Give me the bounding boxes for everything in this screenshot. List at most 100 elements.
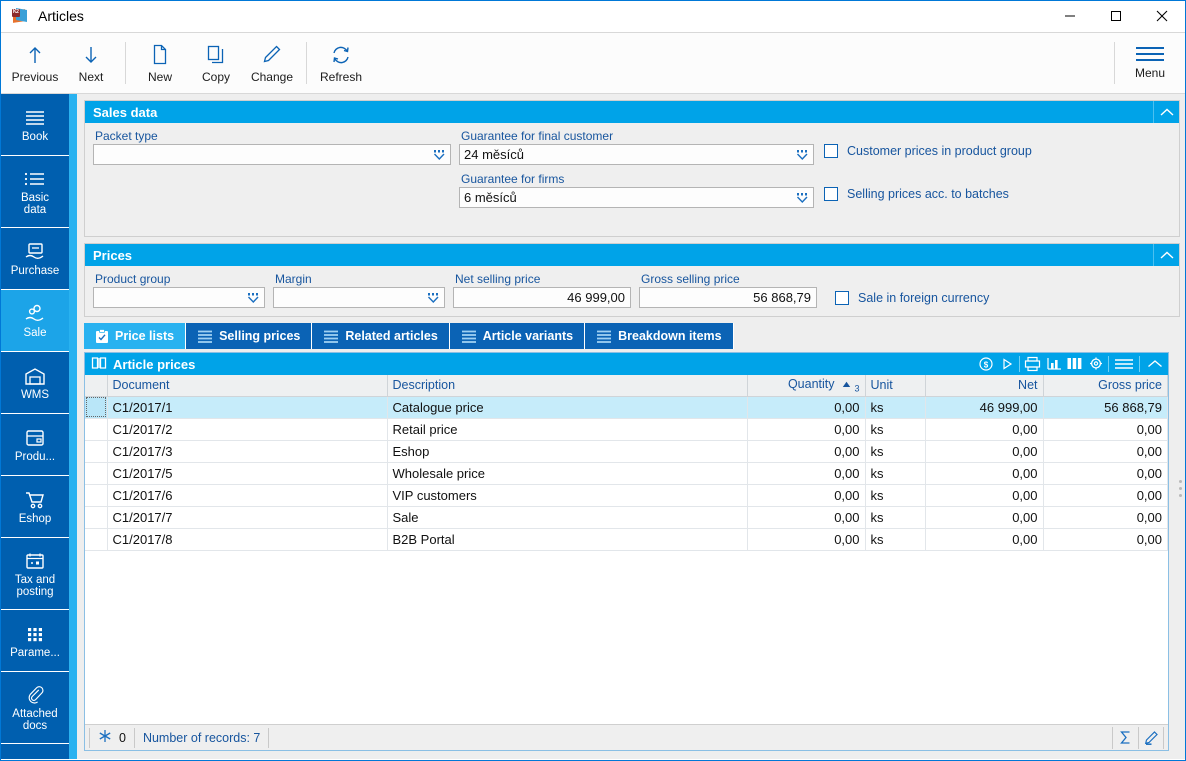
sidebar-item-book[interactable]: Book [1, 94, 69, 156]
tab-article-variants[interactable]: Article variants [450, 323, 585, 349]
row-marker [85, 462, 107, 484]
column-header-gross-price[interactable]: Gross price [1043, 375, 1168, 396]
grid-status-bar: 0 Number of records: 7 [85, 724, 1168, 750]
cell-document: C1/2017/8 [107, 528, 387, 550]
foreign-currency-checkbox-row[interactable]: Sale in foreign currency [835, 291, 989, 308]
previous-button[interactable]: Previous [7, 33, 63, 93]
sidebar-item-parameters[interactable]: Parame... [1, 610, 69, 672]
table-row[interactable]: C1/2017/1 Catalogue price 0,00 ks 46 999… [85, 396, 1168, 418]
customer-prices-checkbox[interactable] [824, 144, 838, 158]
sidebar-item-purchase[interactable]: Purchase [1, 228, 69, 290]
sort-ascending-icon [842, 377, 854, 391]
row-marker [85, 440, 107, 462]
sidebar-item-basic-data[interactable]: Basic data [1, 156, 69, 228]
net-selling-price-field: Net selling price 46 999,00 [453, 272, 631, 308]
product-group-input[interactable] [93, 287, 265, 308]
tab-price-lists[interactable]: Price lists [84, 323, 186, 349]
dropdown-icon[interactable] [426, 291, 440, 305]
table-row[interactable]: C1/2017/6 VIP customers 0,00 ks 0,00 0,0… [85, 484, 1168, 506]
grid-toolbar-separator-3 [1139, 356, 1140, 372]
new-button[interactable]: New [132, 33, 188, 93]
cell-net: 0,00 [925, 440, 1043, 462]
arrow-down-icon [82, 43, 100, 67]
column-header-quantity[interactable]: Quantity 3 [747, 375, 865, 396]
cell-unit: ks [865, 418, 925, 440]
minimize-button[interactable] [1047, 1, 1093, 32]
next-button[interactable]: Next [63, 33, 119, 93]
edit-button[interactable] [1138, 727, 1164, 749]
close-button[interactable] [1139, 1, 1185, 32]
tab-breakdown-items[interactable]: Breakdown items [585, 323, 734, 349]
tab-selling-prices[interactable]: Selling prices [186, 323, 312, 349]
net-selling-price-input[interactable]: 46 999,00 [453, 287, 631, 308]
app-logo-icon: K2 [11, 7, 29, 25]
tab-related-articles[interactable]: Related articles [312, 323, 449, 349]
refresh-button[interactable]: Refresh [313, 33, 369, 93]
sidebar-item-attached-docs[interactable]: Attached docs [1, 672, 69, 744]
dropdown-icon[interactable] [795, 148, 809, 162]
menu-button[interactable]: Menu [1121, 33, 1179, 93]
margin-input[interactable] [273, 287, 445, 308]
column-header-document[interactable]: Document [107, 375, 387, 396]
table-row[interactable]: C1/2017/3 Eshop 0,00 ks 0,00 0,00 [85, 440, 1168, 462]
packet-type-label: Packet type [93, 129, 451, 143]
sales-data-body: Packet type Guar [85, 123, 1179, 236]
copy-button[interactable]: Copy [188, 33, 244, 93]
columns-icon[interactable] [1064, 353, 1085, 375]
table-row[interactable]: C1/2017/8 B2B Portal 0,00 ks 0,00 0,00 [85, 528, 1168, 550]
sum-button[interactable] [1112, 727, 1138, 749]
currency-refresh-icon[interactable]: $ [975, 353, 996, 375]
dropdown-icon[interactable] [795, 191, 809, 205]
customer-prices-checkbox-row[interactable]: Customer prices in product group [824, 144, 1032, 158]
chart-icon[interactable] [1043, 353, 1064, 375]
margin-label: Margin [273, 272, 445, 286]
snowflake-filter-cell[interactable]: 0 [89, 728, 135, 748]
table-row[interactable]: C1/2017/2 Retail price 0,00 ks 0,00 0,00 [85, 418, 1168, 440]
column-header-net[interactable]: Net [925, 375, 1043, 396]
change-label: Change [251, 70, 293, 84]
gross-selling-price-value: 56 868,79 [753, 290, 811, 305]
sidebar-item-production[interactable]: Produ... [1, 414, 69, 476]
sidebar-item-tax-and-posting[interactable]: Tax and posting [1, 538, 69, 610]
content-scrollbar[interactable] [1176, 372, 1185, 751]
table-row[interactable]: C1/2017/5 Wholesale price 0,00 ks 0,00 0… [85, 462, 1168, 484]
snowflake-count: 0 [119, 731, 126, 745]
hamburger-icon[interactable] [1111, 353, 1137, 375]
cell-document: C1/2017/7 [107, 506, 387, 528]
change-button[interactable]: Change [244, 33, 300, 93]
row-marker [85, 484, 107, 506]
column-header-unit[interactable]: Unit [865, 375, 925, 396]
table-row[interactable]: C1/2017/7 Sale 0,00 ks 0,00 0,00 [85, 506, 1168, 528]
guarantee-firms-label: Guarantee for firms [459, 172, 814, 186]
cell-quantity: 0,00 [747, 418, 865, 440]
gear-icon[interactable] [1085, 353, 1106, 375]
selling-prices-batches-checkbox[interactable] [824, 187, 838, 201]
dropdown-icon[interactable] [246, 291, 260, 305]
cell-document: C1/2017/6 [107, 484, 387, 506]
article-prices-grid[interactable]: Document Description Quantity 3 Unit [85, 375, 1168, 724]
column-header-description[interactable]: Description [387, 375, 747, 396]
maximize-button[interactable] [1093, 1, 1139, 32]
sales-data-collapse-button[interactable] [1153, 101, 1179, 123]
guarantee-final-customer-input[interactable]: 24 měsíců [459, 144, 814, 165]
guarantee-firms-input[interactable]: 6 měsíců [459, 187, 814, 208]
sidebar-item-label: Parame... [10, 647, 60, 659]
record-count-label: Number of records: 7 [143, 731, 260, 745]
print-icon[interactable] [1022, 353, 1043, 375]
selling-prices-batches-checkbox-row[interactable]: Selling prices acc. to batches [824, 187, 1032, 201]
packet-type-input[interactable] [93, 144, 451, 165]
foreign-currency-checkbox[interactable] [835, 291, 849, 305]
dropdown-icon[interactable] [432, 148, 446, 162]
sidebar-item-eshop[interactable]: Eshop [1, 476, 69, 538]
gross-selling-price-input[interactable]: 56 868,79 [639, 287, 817, 308]
cell-quantity: 0,00 [747, 506, 865, 528]
sidebar-item-sale[interactable]: Sale [1, 290, 69, 352]
sales-data-panel: Sales data Packet type [84, 100, 1180, 237]
sidebar-item-label: Basic data [21, 192, 49, 216]
sidebar-item-wms[interactable]: WMS [1, 352, 69, 414]
chevron-up-icon[interactable] [1142, 353, 1168, 375]
prices-collapse-button[interactable] [1153, 244, 1179, 266]
cell-net: 46 999,00 [925, 396, 1043, 418]
cell-unit: ks [865, 462, 925, 484]
play-icon[interactable] [996, 353, 1017, 375]
